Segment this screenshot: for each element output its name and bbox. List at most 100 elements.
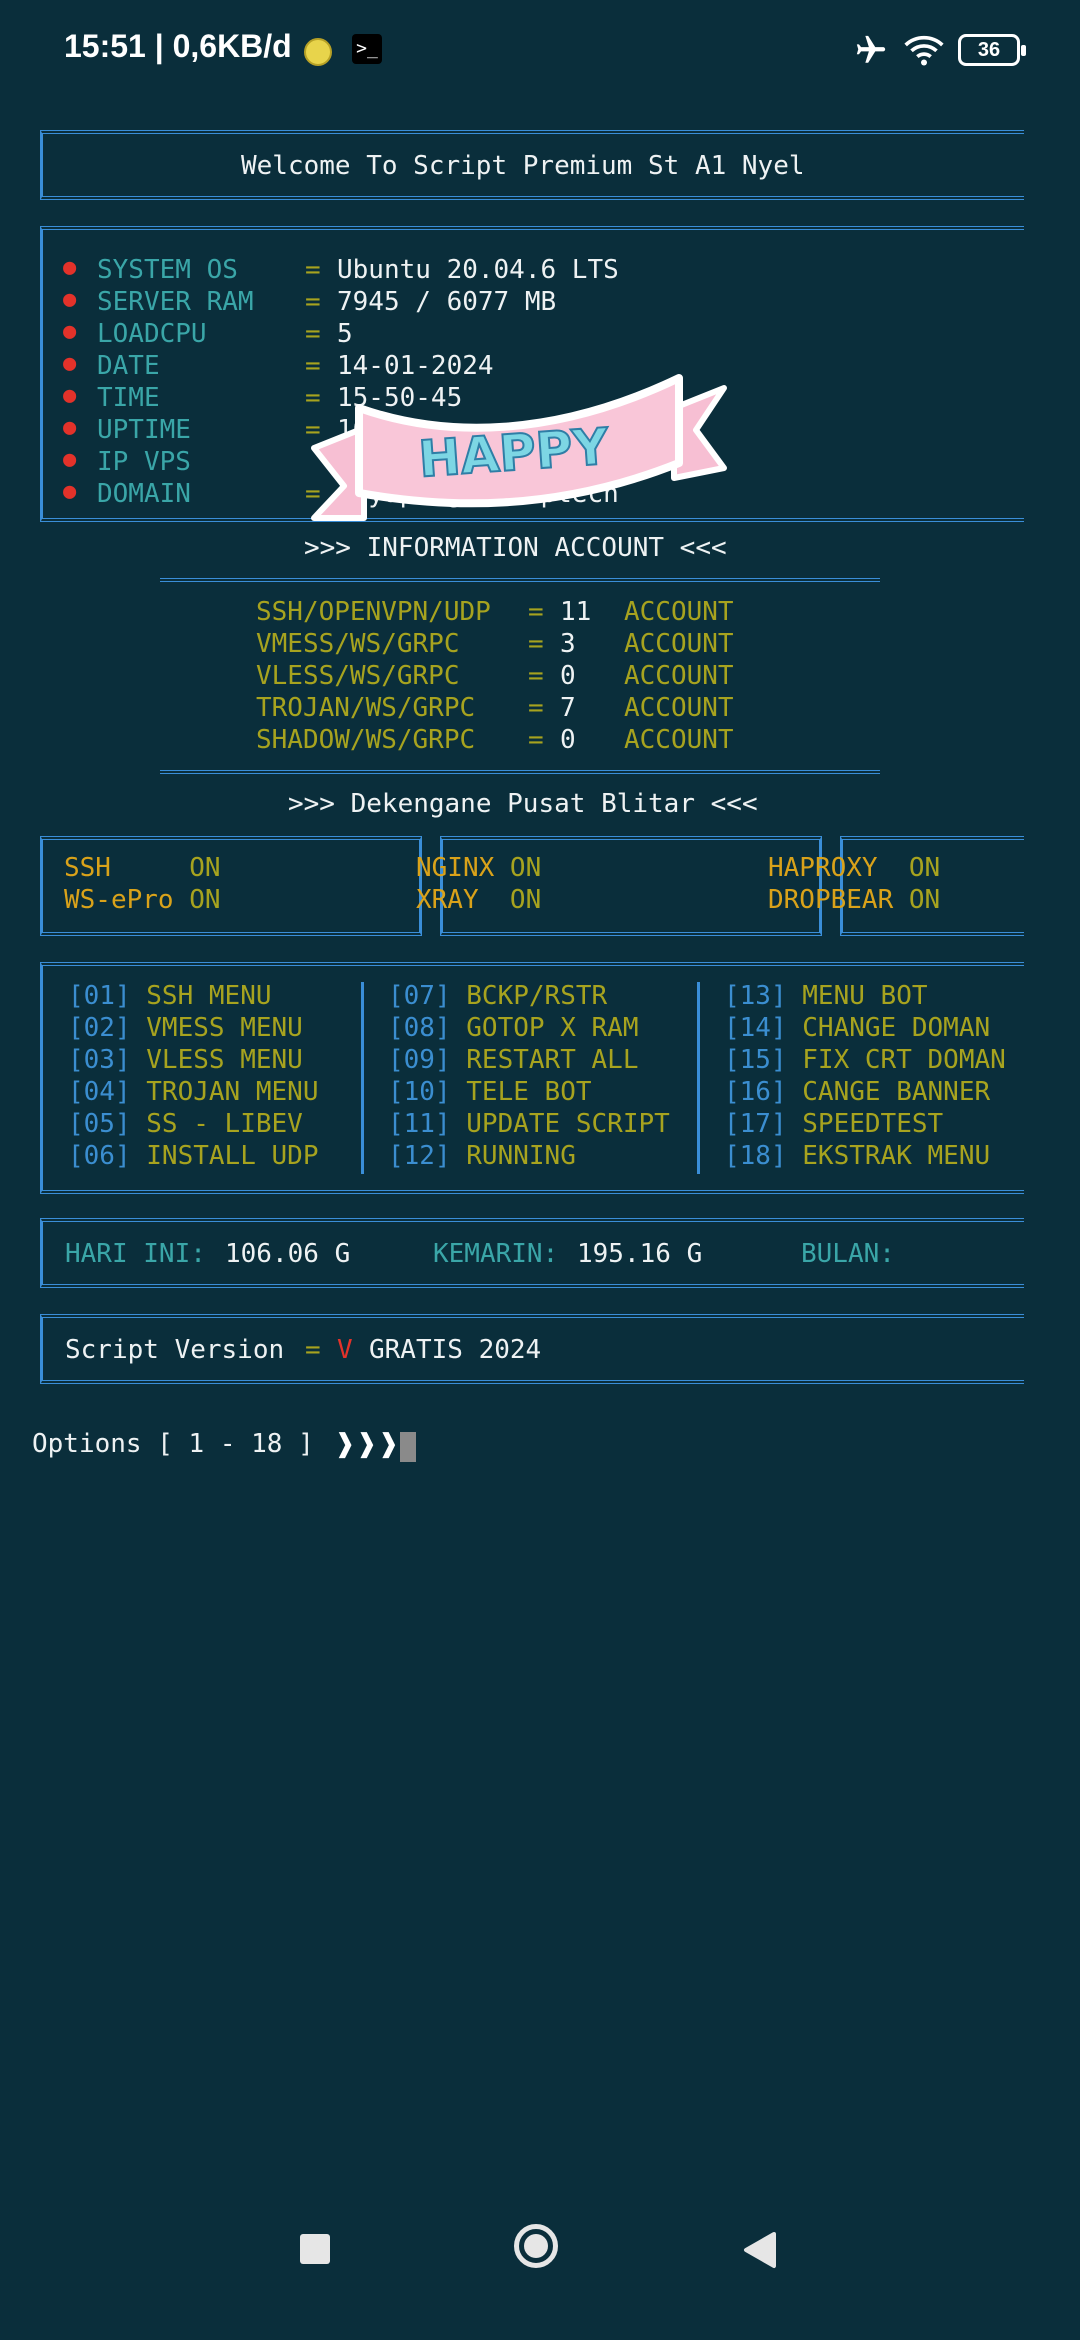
menu-item-number: [06] <box>68 1141 131 1171</box>
battery-icon: 36 <box>958 34 1026 66</box>
service-name: NGINX <box>416 853 510 883</box>
menu-item-number: [13] <box>724 981 787 1011</box>
account-label: SHADOW/WS/GRPC <box>256 725 523 755</box>
service-state: ON <box>509 853 542 883</box>
sysinfo-label: DOMAIN <box>97 479 270 509</box>
info-account-header: >>> INFORMATION ACCOUNT <<< <box>304 533 727 563</box>
version-eq: = <box>305 1335 321 1365</box>
menu-item-06[interactable]: [06] INSTALL UDP <box>68 1140 318 1178</box>
divider-top <box>160 578 880 586</box>
menu-item-label: INSTALL UDP <box>146 1141 319 1171</box>
menu-item-18[interactable]: [18] EKSTRAK MENU <box>724 1140 990 1178</box>
menu-item-number: [10] <box>388 1077 451 1107</box>
version-box: Script Version = V GRATIS 2024 <box>40 1314 1024 1384</box>
menu-item-number: [15] <box>724 1045 787 1075</box>
menu-item-number: [18] <box>724 1141 787 1171</box>
version-value: GRATIS 2024 <box>369 1335 542 1365</box>
today-label: HARI INI: <box>65 1239 206 1269</box>
welcome-box: Welcome To Script Premium St A1 Nyel <box>40 130 1024 200</box>
account-suffix: ACCOUNT <box>624 725 734 755</box>
account-eq: = <box>528 725 544 755</box>
coin-icon <box>304 38 332 66</box>
menu-item-gap <box>787 1141 803 1171</box>
home-circle-icon[interactable] <box>514 2224 558 2268</box>
recents-square-icon[interactable] <box>300 2234 330 2264</box>
menu-item-gap <box>451 981 467 1011</box>
menu-item-label: SSH MENU <box>146 981 272 1011</box>
service-name: XRAY <box>416 885 510 915</box>
sysinfo-value: 7945 / 6077 MB <box>337 287 557 317</box>
menu-item-gap <box>131 1109 147 1139</box>
back-triangle-icon[interactable] <box>742 2230 778 2270</box>
menu-item-gap <box>787 1109 803 1139</box>
menu-item-number: [11] <box>388 1109 451 1139</box>
menu-item-label: RESTART ALL <box>466 1045 639 1075</box>
menu-item-label: BCKP/RSTR <box>466 981 608 1011</box>
menu-item-number: [17] <box>724 1109 787 1139</box>
menu-item-label: CANGE BANNER <box>802 1077 991 1107</box>
yesterday-value: 195.16 G <box>577 1239 703 1269</box>
service-state: ON <box>189 853 221 883</box>
terminal-cursor[interactable] <box>400 1432 416 1462</box>
menu-item-gap <box>131 1077 147 1107</box>
menu-item-number: [02] <box>68 1013 131 1043</box>
menu-item-12[interactable]: [12] RUNNING <box>388 1140 576 1178</box>
menu-item-label: GOTOP X RAM <box>466 1013 639 1043</box>
menu-item-number: [14] <box>724 1013 787 1043</box>
menu-item-number: [01] <box>68 981 131 1011</box>
menu-item-label: SS - LIBEV <box>146 1109 303 1139</box>
options-prompt: Options [ 1 - 18 ] <box>32 1429 314 1459</box>
menu-item-label: MENU BOT <box>802 981 928 1011</box>
service-name: WS-ePro <box>64 885 190 915</box>
menu-item-label: VLESS MENU <box>146 1045 303 1075</box>
menu-item-gap <box>131 981 147 1011</box>
service-name: HAPROXY <box>768 853 909 883</box>
sysinfo-bullet: ● <box>63 479 77 504</box>
menu-item-gap <box>787 981 803 1011</box>
service-dropbear: DROPBEAR ON <box>768 884 940 922</box>
menu-item-label: CHANGE DOMAN <box>802 1013 991 1043</box>
service-name: DROPBEAR <box>768 885 909 915</box>
status-time: 15:51 | 0,6KB/d <box>64 28 292 64</box>
menu-item-gap <box>451 1077 467 1107</box>
menu-item-number: [05] <box>68 1109 131 1139</box>
menu-item-gap <box>787 1077 803 1107</box>
yesterday-label: KEMARIN: <box>433 1239 559 1269</box>
navigation-bar <box>0 2200 1080 2340</box>
month-label: BULAN: <box>801 1239 895 1269</box>
status-right-icons: 36 <box>852 30 1026 70</box>
wifi-icon <box>904 35 944 66</box>
menu-item-number: [12] <box>388 1141 451 1171</box>
menu-item-label: EKSTRAK MENU <box>802 1141 991 1171</box>
menu-item-gap <box>131 1013 147 1043</box>
account-count: 0 <box>560 725 592 755</box>
menu-item-label: RUNNING <box>466 1141 576 1171</box>
service-name: SSH <box>64 853 190 883</box>
menu-item-number: [07] <box>388 981 451 1011</box>
menu-item-number: [08] <box>388 1013 451 1043</box>
menu-item-label: TROJAN MENU <box>146 1077 319 1107</box>
happy-sticker: HAPPY <box>311 374 727 521</box>
menu-item-gap <box>451 1045 467 1075</box>
menu-item-label: SPEEDTEST <box>802 1109 944 1139</box>
menu-item-number: [04] <box>68 1077 131 1107</box>
menu-item-number: [09] <box>388 1045 451 1075</box>
service-state: ON <box>509 885 542 915</box>
airplane-icon <box>856 35 886 63</box>
menu-item-gap <box>451 1013 467 1043</box>
status-bar: 15:51 | 0,6KB/d >_ 36 <box>0 0 1080 100</box>
version-v: V <box>337 1335 353 1365</box>
prompt-arrows: ❱❱❱ <box>334 1429 400 1459</box>
menu-item-gap <box>131 1045 147 1075</box>
menu-col-divider-1 <box>361 982 364 1174</box>
menu-item-label: UPDATE SCRIPT <box>466 1109 670 1139</box>
menu-item-gap <box>451 1109 467 1139</box>
battery-level: 36 <box>977 38 1001 61</box>
service-state: ON <box>908 853 941 883</box>
divider-bottom <box>160 770 880 778</box>
version-label: Script Version <box>65 1335 285 1365</box>
menu-item-gap <box>787 1045 803 1075</box>
service-state: ON <box>189 885 221 915</box>
pusat-header: >>> Dekengane Pusat Blitar <<< <box>288 789 758 819</box>
menu-item-label: VMESS MENU <box>146 1013 303 1043</box>
